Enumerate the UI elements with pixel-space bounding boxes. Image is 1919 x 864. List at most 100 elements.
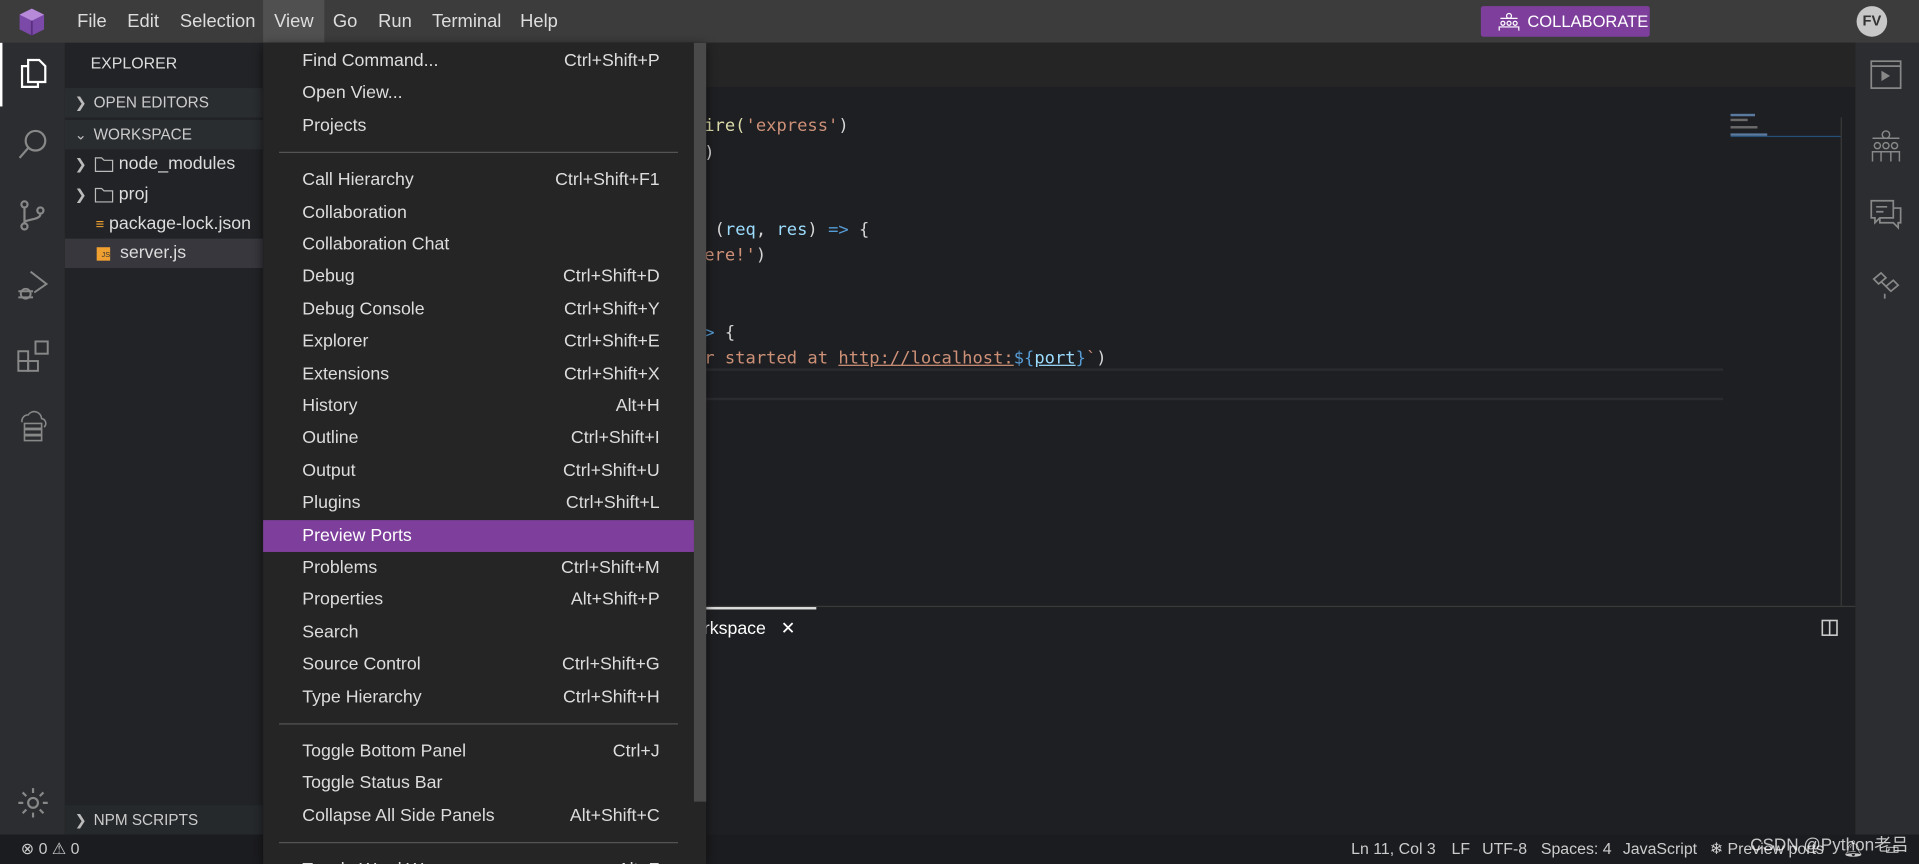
menu-item-label: Debug (302, 267, 355, 287)
menu-item-label: Call Hierarchy (302, 170, 414, 190)
tree-item-server-js[interactable]: JS server.js (64, 238, 264, 269)
collaborate-button[interactable]: COLLABORATE (1480, 6, 1650, 37)
npm-scripts-section[interactable]: ❯ NPM SCRIPTS (64, 805, 264, 835)
menu-terminal[interactable]: Terminal (422, 0, 511, 43)
menu-item-label: Open View... (302, 83, 403, 104)
collaboration-icon[interactable] (1870, 129, 1902, 163)
menu-item-shortcut: Ctrl+Shift+U (562, 461, 660, 481)
menu-item-preview-ports[interactable]: Preview Ports (263, 519, 694, 552)
warning-count: 0 (70, 839, 80, 858)
chevron-right-icon: ❯ (74, 811, 87, 829)
menu-item-source-control[interactable]: Source Control Ctrl+Shift+G (263, 649, 694, 681)
chat-icon[interactable] (1870, 198, 1902, 232)
menu-view[interactable]: View (263, 0, 325, 43)
menu-item-label: Debug Console (302, 299, 425, 320)
menu-item-collaboration[interactable]: Collaboration (263, 197, 694, 229)
split-panel-icon[interactable] (1821, 619, 1838, 636)
menu-item-label: Projects (302, 116, 367, 136)
menu-item-toggle-status-bar[interactable]: Toggle Status Bar (263, 768, 694, 800)
menu-item-problems[interactable]: Problems Ctrl+Shift+M (263, 552, 694, 584)
tree-item-proj[interactable]: ❯ proj (65, 180, 263, 209)
menu-item-call-hierarchy[interactable]: Call Hierarchy Ctrl+Shift+F1 (263, 164, 694, 196)
code-line: uire('express') (693, 116, 849, 136)
menu-item-shortcut: Ctrl+Shift+Y (563, 299, 660, 320)
problems-indicator[interactable]: ⊗ 0 ⚠ 0 (21, 835, 80, 864)
activity-bar (0, 42, 65, 835)
menu-item-open-view[interactable]: Open View... (263, 78, 694, 110)
close-icon[interactable]: ✕ (781, 619, 796, 639)
menu-separator (279, 151, 679, 154)
menu-item-properties[interactable]: Properties Alt+Shift+P (263, 584, 694, 616)
menu-item-output[interactable]: Output Ctrl+Shift+U (263, 455, 694, 487)
menu-separator (279, 723, 679, 725)
menu-go[interactable]: Go (323, 0, 367, 43)
menu-item-label: Collapse All Side Panels (302, 806, 495, 826)
menu-item-type-hierarchy[interactable]: Type Hierarchy Ctrl+Shift+H (263, 681, 694, 713)
menu-edit[interactable]: Edit (117, 0, 168, 43)
menu-separator (279, 842, 679, 844)
menu-item-plugins[interactable]: Plugins Ctrl+Shift+L (263, 487, 694, 519)
menu-item-collaboration-chat[interactable]: Collaboration Chat (263, 229, 694, 261)
language-mode[interactable]: JavaScript (1623, 835, 1697, 864)
menu-item-shortcut: Ctrl+Shift+P (563, 51, 660, 71)
menu-run[interactable]: Run (368, 0, 421, 43)
menu-item-shortcut: Ctrl+Shift+G (562, 654, 660, 675)
menu-item-debug[interactable]: Debug Ctrl+Shift+D (263, 261, 694, 293)
menu-item-label: Type Hierarchy (302, 687, 422, 707)
menu-item-toggle-word-wrap[interactable]: Toggle Word Wrap Alt+Z (263, 854, 694, 864)
preview-icon[interactable] (1870, 60, 1902, 89)
tree-item-package-lock[interactable]: ≡ package-lock.json (65, 209, 263, 238)
menu-item-extensions[interactable]: Extensions Ctrl+Shift+X (263, 358, 694, 390)
menu-item-collapse-all-side-panels[interactable]: Collapse All Side Panels Alt+Shift+C (263, 800, 694, 832)
json-file-icon: ≡ (95, 215, 105, 233)
menu-item-history[interactable]: History Alt+H (263, 390, 694, 422)
tree-item-label: proj (118, 184, 149, 205)
menu-item-toggle-bottom-panel[interactable]: Toggle Bottom Panel Ctrl+J (263, 736, 694, 768)
menu-item-shortcut: Alt+Z (618, 854, 660, 864)
menu-item-debug-console[interactable]: Debug Console Ctrl+Shift+Y (263, 293, 694, 325)
minimap[interactable] (1730, 113, 1790, 138)
warning-icon: ⚠ (51, 839, 67, 858)
ports-icon[interactable] (1870, 269, 1902, 301)
menu-item-label: Properties (302, 590, 384, 610)
menu-item-shortcut: Ctrl+Shift+E (563, 331, 660, 352)
menu-item-label: Toggle Status Bar (302, 773, 443, 794)
menu-item-outline[interactable]: Outline Ctrl+Shift+I (263, 423, 694, 455)
cursor-position[interactable]: Ln 11, Col 3 (1351, 835, 1436, 864)
indentation-indicator[interactable]: Spaces: 4 (1541, 835, 1612, 864)
tree-item-node-modules[interactable]: ❯ node_modules (65, 149, 263, 178)
js-file-icon: JS (96, 246, 111, 261)
menu-file[interactable]: File (67, 0, 116, 43)
folder-icon (94, 156, 114, 172)
user-avatar[interactable]: FV (1856, 6, 1888, 37)
menu-selection[interactable]: Selection (170, 0, 265, 43)
extensions-icon[interactable] (16, 339, 50, 373)
menu-help[interactable]: Help (510, 0, 567, 43)
eol-indicator[interactable]: LF (1451, 835, 1470, 864)
open-editors-section[interactable]: ❯ OPEN EDITORS (64, 88, 264, 118)
menu-item-projects[interactable]: Projects (263, 110, 694, 142)
app-logo-icon (18, 7, 45, 36)
search-icon[interactable] (16, 127, 50, 161)
workspace-section[interactable]: ⌄ WORKSPACE (64, 119, 264, 150)
menu-item-label: History (302, 396, 358, 417)
menu-item-label: Plugins (302, 493, 361, 514)
menu-item-explorer[interactable]: Explorer Ctrl+Shift+E (263, 326, 694, 358)
run-debug-icon[interactable] (16, 268, 50, 302)
menu-item-shortcut: Ctrl+Shift+D (562, 267, 660, 287)
source-control-icon[interactable] (16, 198, 50, 232)
menu-scrollbar[interactable] (693, 42, 707, 802)
cloud-server-icon[interactable] (16, 409, 50, 443)
menu-item-label: Preview Ports (302, 525, 412, 546)
encoding-indicator[interactable]: UTF-8 (1482, 835, 1527, 864)
code-line: er started at http://localhost:${port}`) (693, 348, 1107, 369)
menu-item-shortcut: Ctrl+J (612, 741, 660, 762)
explorer-files-icon[interactable] (16, 56, 50, 90)
menu-item-find-command[interactable]: Find Command... Ctrl+Shift+P (263, 45, 694, 77)
menu-item-search[interactable]: Search (263, 617, 694, 649)
editor-scrollbar[interactable] (1840, 117, 1842, 606)
settings-gear-icon[interactable] (16, 786, 50, 820)
view-menu-dropdown: Find Command... Ctrl+Shift+P Open View... P… (263, 42, 707, 864)
url-link[interactable]: http://localhost: (838, 349, 1013, 369)
panel-tab-workspace[interactable]: orkspace ✕ (694, 619, 796, 639)
